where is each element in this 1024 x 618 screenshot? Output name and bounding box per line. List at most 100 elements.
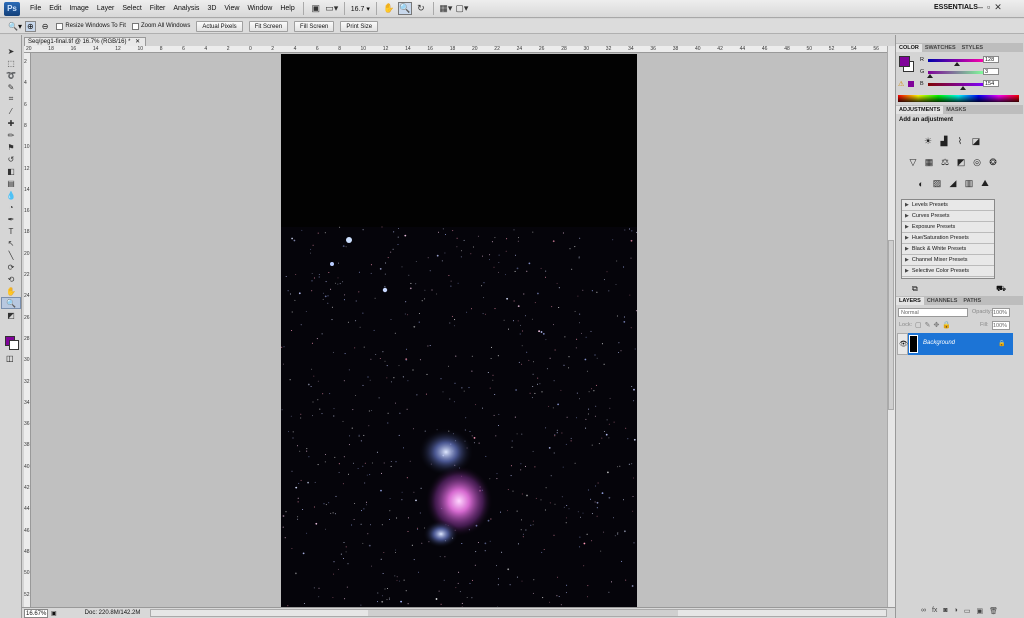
layer-style-icon[interactable]: fx xyxy=(932,607,937,614)
screen-mode-icon[interactable]: ▢▾ xyxy=(455,2,469,15)
lock-position-icon[interactable]: ✥ xyxy=(934,321,940,329)
history-brush-tool-icon[interactable]: ↺ xyxy=(1,153,21,165)
new-layer-icon[interactable]: ▣ xyxy=(977,607,984,615)
tab-paths[interactable]: PATHS xyxy=(960,297,984,305)
fit-screen-button[interactable]: Fit Screen xyxy=(248,20,289,32)
menu-window[interactable]: Window xyxy=(243,0,276,18)
document-image[interactable] xyxy=(281,54,637,608)
link-layers-icon[interactable]: ∞ xyxy=(921,607,926,614)
lock-transparency-icon[interactable]: ▢ xyxy=(915,321,922,329)
fill-screen-button[interactable]: Fill Screen xyxy=(294,20,335,32)
layer-thumbnail[interactable] xyxy=(909,335,918,353)
status-menu-icon[interactable]: ▣ xyxy=(51,610,57,617)
lock-all-icon[interactable]: 🔒 xyxy=(942,321,951,329)
dodge-tool-icon[interactable]: ◔ xyxy=(1,201,21,213)
color-spectrum-ramp[interactable] xyxy=(898,95,1019,102)
preset-item[interactable]: ▶ Channel Mixer Presets xyxy=(902,255,994,266)
photo-filter-icon[interactable]: ◎ xyxy=(971,157,983,168)
layer-name[interactable]: Background xyxy=(923,340,955,346)
workspace-switcher[interactable]: ESSENTIALS xyxy=(934,4,978,11)
close-tab-icon[interactable]: ✕ xyxy=(135,39,140,45)
black-white-icon[interactable]: ◩ xyxy=(955,157,967,168)
tab-styles[interactable]: STYLES xyxy=(959,44,986,52)
eye-icon[interactable]: 👁 xyxy=(899,340,908,348)
actual-pixels-button[interactable]: Actual Pixels xyxy=(196,20,243,32)
restore-icon[interactable]: ▫ xyxy=(987,2,990,13)
line-tool-icon[interactable]: ╲ xyxy=(1,249,21,261)
zoom-icon[interactable]: 🔍 xyxy=(397,2,412,15)
channel-mixer-icon[interactable]: ❂ xyxy=(987,157,999,168)
zoom-in-icon[interactable]: ⊕ xyxy=(24,20,36,32)
adjustment-footer-left-icon[interactable]: ⧉ xyxy=(912,284,918,294)
type-tool-icon[interactable]: T xyxy=(1,225,21,237)
arrange-icon[interactable]: ▦▾ xyxy=(439,2,453,15)
blur-tool-icon[interactable]: 💧 xyxy=(1,189,21,201)
levels-icon[interactable]: ▟ xyxy=(938,136,950,147)
clone-stamp-tool-icon[interactable]: ⚑ xyxy=(1,141,21,153)
gamut-warning-icon[interactable]: ⚠ xyxy=(898,80,904,88)
green-slider[interactable] xyxy=(928,70,984,74)
3d-rotate-tool-icon[interactable]: ⟳ xyxy=(1,261,21,273)
tab-masks[interactable]: MASKS xyxy=(943,106,969,114)
rotate-icon[interactable]: ↻ xyxy=(414,2,428,15)
menu-file[interactable]: File xyxy=(26,0,45,18)
menu-select[interactable]: Select xyxy=(118,0,145,18)
menu-view[interactable]: View xyxy=(220,0,243,18)
minimize-icon[interactable]: – xyxy=(978,2,983,13)
red-value-field[interactable]: 128 xyxy=(983,56,999,63)
preset-item[interactable]: ▶ Curves Presets xyxy=(902,211,994,222)
marquee-tool-icon[interactable]: ⬚ xyxy=(1,57,21,69)
tab-adjustments[interactable]: ADJUSTMENTS xyxy=(896,106,944,114)
move-tool-icon[interactable]: ➤ xyxy=(1,45,21,57)
slider-thumb[interactable] xyxy=(954,62,960,66)
preset-item[interactable]: ▶ Levels Presets xyxy=(902,200,994,211)
quick-mask-icon[interactable]: ◫ xyxy=(6,354,14,363)
menu-help[interactable]: Help xyxy=(276,0,298,18)
zoom-percentage-field[interactable]: 16.67% xyxy=(24,608,48,618)
eraser-tool-icon[interactable]: ◧ xyxy=(1,165,21,177)
minibridge-icon[interactable]: ▭▾ xyxy=(325,2,339,15)
quick-select-tool-icon[interactable]: ✎ xyxy=(1,81,21,93)
selective-color-icon[interactable]: ⛰ xyxy=(979,178,991,189)
print-size-button[interactable]: Print Size xyxy=(340,20,379,32)
posterize-icon[interactable]: ▨ xyxy=(931,178,943,189)
blend-mode-select[interactable]: Normal xyxy=(898,308,968,317)
crop-tool-icon[interactable]: ⌗ xyxy=(1,93,21,105)
menu-edit[interactable]: Edit xyxy=(45,0,65,18)
opacity-field[interactable]: 100% xyxy=(992,308,1010,317)
color-panel-foreground-swatch[interactable] xyxy=(899,56,910,67)
background-color-swatch[interactable] xyxy=(9,340,19,350)
healing-brush-tool-icon[interactable]: ✚ xyxy=(1,117,21,129)
green-value-field[interactable]: 3 xyxy=(983,68,999,75)
gamut-color-chip[interactable] xyxy=(908,81,914,87)
blue-slider[interactable] xyxy=(928,82,984,86)
hand-tool-icon[interactable]: ✋ xyxy=(1,285,21,297)
default-colors-icon[interactable]: ◩ xyxy=(1,309,21,321)
new-group-icon[interactable]: ▭ xyxy=(964,607,971,615)
adjustment-footer-right-icon[interactable]: ⛟ xyxy=(996,284,1006,294)
preset-item[interactable]: ▶ Exposure Presets xyxy=(902,222,994,233)
vertical-scroll-thumb[interactable] xyxy=(888,240,894,410)
bridge-icon[interactable]: ▣ xyxy=(309,2,323,15)
gradient-map-icon[interactable]: ▥ xyxy=(963,178,975,189)
zoom-all-windows-checkbox[interactable]: Zoom All Windows xyxy=(131,22,190,30)
resize-windows-checkbox[interactable]: Resize Windows To Fit xyxy=(56,22,126,30)
menu-3d[interactable]: 3D xyxy=(203,0,220,18)
tab-color[interactable]: COLOR xyxy=(896,44,922,52)
close-icon[interactable]: ✕ xyxy=(994,2,1002,13)
hand-icon[interactable]: ✋ xyxy=(382,2,396,15)
zoom-level-combo[interactable]: 16.7 ▾ xyxy=(351,5,370,13)
tab-swatches[interactable]: SWATCHES xyxy=(922,44,959,52)
preset-item[interactable]: ▶ Black & White Presets xyxy=(902,244,994,255)
brightness-contrast-icon[interactable]: ☀ xyxy=(922,136,934,147)
tab-layers[interactable]: LAYERS xyxy=(896,297,924,305)
slider-thumb[interactable] xyxy=(959,86,966,90)
eyedropper-tool-icon[interactable]: ⁄ xyxy=(1,105,21,117)
3d-orbit-tool-icon[interactable]: ⟲ xyxy=(1,273,21,285)
zoom-tool-icon[interactable]: 🔍▾ xyxy=(8,22,22,31)
brush-tool-icon[interactable]: ✏ xyxy=(1,129,21,141)
threshold-icon[interactable]: ◢ xyxy=(947,178,959,189)
zoom-tool-icon[interactable]: 🔍 xyxy=(1,297,21,309)
blue-value-field[interactable]: 154 xyxy=(983,80,999,87)
fill-field[interactable]: 100% xyxy=(992,321,1010,330)
